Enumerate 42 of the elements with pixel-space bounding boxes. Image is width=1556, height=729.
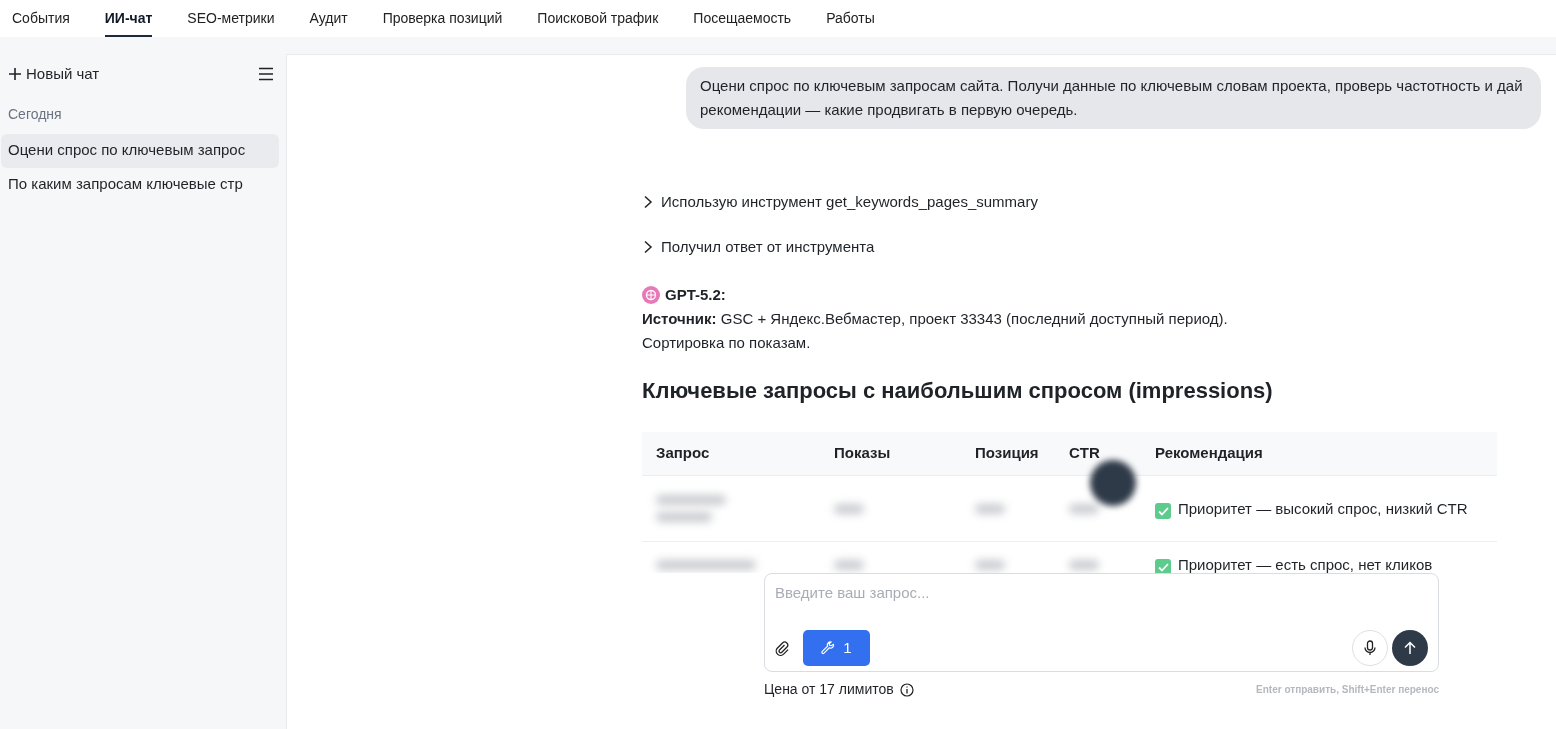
nav-tab[interactable]: Работы — [826, 0, 875, 37]
checkmark-icon — [1155, 503, 1171, 519]
nav-tab[interactable]: События — [12, 0, 70, 37]
nav-tab[interactable]: Аудит — [309, 0, 348, 37]
sort-text: Сортировка по показам. — [642, 332, 812, 353]
info-icon[interactable] — [899, 682, 914, 697]
arrow-up-icon — [1404, 641, 1416, 655]
user-message: Оцени спрос по ключевым запросам сайта. Получи данные по ключевым словам проекта, проверь частотность и дай рекомендации — какие продвигать в первую очередь. — [686, 67, 1541, 129]
source-text: Источник: GSC + Яндекс.Вебмастер, проект 33343 (последний доступный период). — [642, 308, 1229, 329]
message-input[interactable]: Введите ваш запрос... — [775, 582, 1428, 605]
sidebar-group-label: Сегодня — [7, 104, 63, 124]
tools-button[interactable]: 1 — [803, 630, 870, 666]
nav-tab[interactable]: Поисковой трафик — [537, 0, 659, 37]
chat-history-item[interactable]: Оцени спрос по ключевым запрос — [1, 133, 279, 168]
plus-icon — [8, 67, 22, 82]
nav-tab[interactable]: Проверка позиций — [382, 0, 503, 37]
tool-step-toggle[interactable]: Использую инструмент get_keywords_pages_summary — [642, 191, 1038, 214]
nav-tab[interactable]: ИИ-чат — [104, 0, 153, 37]
model-logo-icon — [642, 286, 660, 305]
nav-tab[interactable]: SEO-метрики — [187, 0, 275, 37]
send-button[interactable] — [1392, 630, 1428, 666]
model-name: GPT-5.2: — [665, 285, 726, 305]
section-heading: Ключевые запросы с наибольшим спросом (impressions) — [642, 376, 1274, 405]
microphone-icon — [1364, 640, 1376, 656]
chat-history-item[interactable]: По каким запросам ключевые стр — [1, 167, 279, 202]
chevron-icon — [642, 239, 654, 254]
chevron-icon — [642, 195, 654, 210]
nav-tab[interactable]: Посещаемость — [693, 0, 792, 37]
recommendation-text: Приоритет — есть спрос, нет кликов — [1178, 555, 1433, 573]
recommendation-text: Приоритет — высокий спрос, низкий CTR — [1178, 499, 1468, 517]
column-header: Запрос — [642, 431, 820, 476]
paperclip-icon[interactable] — [775, 640, 789, 656]
column-header: Показы — [820, 431, 961, 476]
price-text: Цена от 17 лимитов — [764, 680, 894, 699]
column-header: Рекомендация — [1141, 431, 1497, 476]
wrench-icon — [821, 641, 836, 655]
checkmark-icon — [1155, 559, 1171, 573]
tool-step-toggle[interactable]: Получил ответ от инструмента — [642, 235, 875, 258]
keyboard-hint: Enter отправить, Shift+Enter перенос — [1256, 683, 1439, 697]
new-chat-button[interactable]: Новый чат — [8, 63, 100, 86]
column-header: Позиция — [961, 431, 1055, 476]
menu-icon[interactable] — [258, 67, 274, 82]
